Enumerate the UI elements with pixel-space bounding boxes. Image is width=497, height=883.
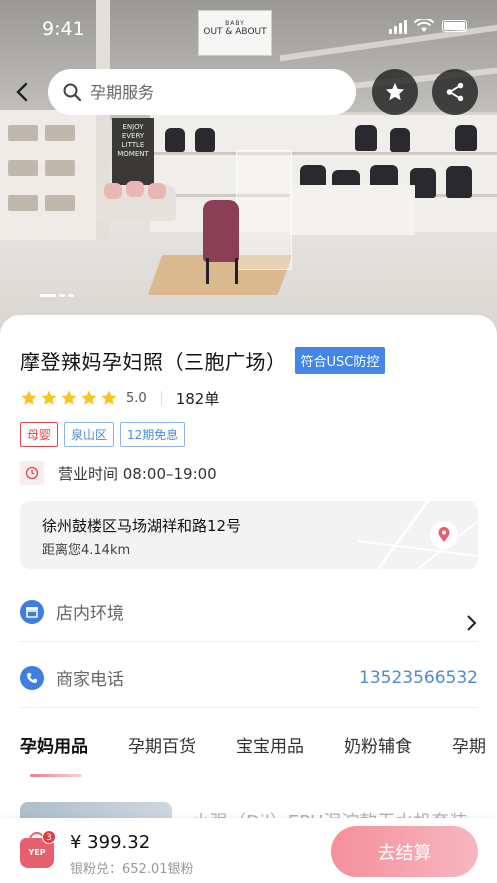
search-input[interactable] [90,82,330,102]
star-icon [385,82,405,101]
battery-icon [442,20,467,32]
usc-badge: 符合USC防控 [294,347,386,374]
cart-count-badge: 3 [42,830,56,844]
silver-credit: 银粉兑：652.01银粉 [70,862,194,877]
glass-panel [236,150,292,270]
stroller-product [455,125,477,151]
rating-star-icon [81,390,97,405]
address-card[interactable]: 徐州鼓楼区马场湖祥和路12号 距离您4.14km [20,501,478,569]
tab-formula-food[interactable]: 奶粉辅食 [344,732,412,772]
rating-star-icon [21,390,37,405]
total-price: ¥ 399.32 [70,832,151,853]
carousel-dots[interactable] [40,294,74,298]
shop-title: 摩登辣妈孕妇照（三胞广场） [20,350,287,374]
tag-installment: 12期免息 [120,422,186,447]
shelf-item [8,160,38,176]
shelf-item [8,125,38,141]
favorite-button[interactable] [372,69,418,115]
shop-title-row: 摩登辣妈孕妇照（三胞广场） 符合USC防控 [20,346,386,375]
tab-maternity-supplies[interactable]: 孕妈用品 [20,732,88,772]
shelf-item [45,160,75,176]
search-icon [63,83,82,102]
stroller-product [355,125,377,151]
order-count: 182单 [175,389,220,408]
divider [160,391,162,405]
screen: BABY OUT & ABOUT ENJOY EVERY LITTLE MOME… [0,0,497,883]
shelf-item [45,125,75,141]
pillow [148,183,166,199]
status-time: 9:41 [42,18,85,40]
phone-icon [20,665,44,690]
distance-text: 距离您4.14km [42,543,131,558]
status-bar: 9:41 [0,0,497,60]
store-environment-label: 店内环境 [56,604,124,624]
share-icon [446,82,464,102]
cart-button[interactable]: YEP 3 [20,830,56,870]
carousel-dot[interactable] [40,294,56,297]
tab-baby-supplies[interactable]: 宝宝用品 [236,732,304,772]
checkout-button[interactable]: 去结算 [331,826,478,877]
shelf-item [45,195,75,211]
clock-icon [20,461,44,485]
back-arrow-icon[interactable] [12,80,32,104]
merchant-phone-number[interactable]: 13523566532 [359,668,478,688]
rating-star-icon [61,390,77,405]
share-button[interactable] [432,69,478,115]
store-icon [20,599,44,624]
pillow [104,183,122,199]
stroller-product [195,128,215,152]
active-tab-indicator [30,774,82,777]
tab-pregnancy-goods[interactable]: 孕期百货 [128,732,196,772]
location-pin-icon[interactable] [430,521,458,549]
rating-star-icon [101,390,117,405]
shop-tags: 母婴 泉山区 12期免息 [20,422,186,447]
wifi-icon [414,19,434,32]
chevron-right-icon [467,614,477,631]
store-environment-row[interactable]: 店内环境 [20,582,478,642]
rating-star-icon [41,390,57,405]
signal-icon [389,18,407,34]
shelf-item [8,195,38,211]
stroller [203,200,239,262]
rating-value: 5.0 [126,390,147,406]
pillow [126,181,144,197]
category-tabs: 孕妈用品 孕期百货 宝宝用品 奶粉辅食 孕期 [20,732,497,772]
carousel-dot[interactable] [68,294,74,297]
shelf-row [150,152,497,155]
search-bar[interactable] [48,69,356,115]
carousel-dot[interactable] [59,294,65,297]
merchant-phone-label: 商家电话 [56,670,124,690]
merchant-phone-row[interactable]: 商家电话 13523566532 [20,648,478,708]
stroller-product [390,128,410,152]
tab-pregnancy-more[interactable]: 孕期 [452,732,486,772]
display-table [290,185,415,235]
tag-category: 母婴 [20,422,59,447]
stroller-product [165,128,185,152]
address-text: 徐州鼓楼区马场湖祥和路12号 [42,517,242,535]
car-seat-product [446,166,472,198]
hours-text: 营业时间 08:00–19:00 [58,464,217,483]
map-thumbnail [358,501,478,569]
rating-row: 5.0 182单 [20,388,219,408]
tag-district: 泉山区 [64,422,115,447]
business-hours: 营业时间 08:00–19:00 [20,461,217,485]
wall-sign: ENJOY EVERY LITTLE MOMENT [112,118,154,186]
stroller-frame [206,258,238,284]
